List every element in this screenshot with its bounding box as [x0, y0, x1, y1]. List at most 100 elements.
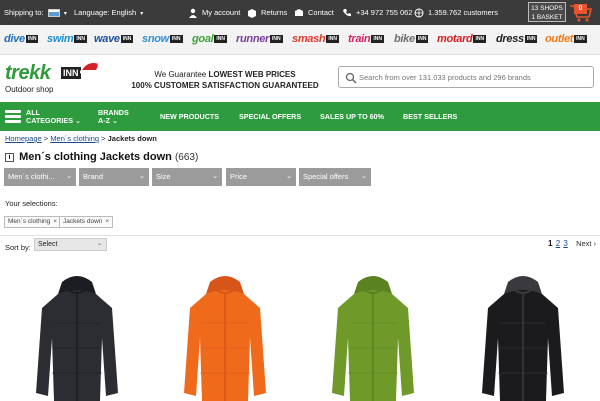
brand-name: goal [192, 33, 214, 45]
filter-price[interactable]: Price ⌄ [226, 168, 296, 186]
sort-label: Sort by: [5, 243, 31, 252]
cart-count-badge: 0 [574, 4, 587, 14]
my-account-label: My account [202, 8, 241, 17]
selection-chip-jackets-down[interactable]: Jackets down × [59, 216, 114, 228]
filter-price-label: Price [230, 172, 248, 181]
next-page-link[interactable]: Next › [576, 239, 596, 248]
breadcrumb-mens-clothing[interactable]: Men´s clothing [50, 134, 99, 143]
filter-brand[interactable]: Brand ⌄ [79, 168, 149, 186]
nav-brands[interactable]: BRANDS A-Z ⌄ [98, 102, 129, 131]
page-3[interactable]: 3 [563, 239, 567, 248]
brand-link-dive[interactable]: dive INN [4, 33, 39, 45]
filter-size[interactable]: Size ⌄ [152, 168, 222, 186]
product-card[interactable] [478, 268, 568, 401]
brand-suffix: INN [326, 35, 339, 44]
brand-link-goal[interactable]: goal INN [192, 33, 228, 45]
next-label: Next [576, 239, 592, 248]
chevron-down-icon: ⌄ [212, 173, 218, 180]
brand-name: runner [236, 33, 270, 45]
filter-special-offers[interactable]: Special offers ⌄ [299, 168, 371, 186]
brand-name: outlet [545, 33, 574, 45]
brand-suffix: INN [524, 35, 538, 44]
pagination: 1 2 3 Next › [548, 239, 596, 248]
breadcrumb: Homepage > Men´s clothing > Jackets down [5, 134, 157, 143]
brand-suffix: INN [371, 35, 384, 44]
shipping-selector[interactable]: Shipping to: ▾ [4, 0, 67, 25]
shipping-label: Shipping to: [4, 8, 44, 17]
brand-name: wave [94, 33, 120, 45]
selection-chip-mens-clothing[interactable]: Men´s clothing × [4, 216, 62, 228]
brand-suffix: INN [120, 35, 134, 44]
search-input[interactable] [359, 70, 589, 85]
divider [0, 235, 600, 236]
brand-suffix: INN [270, 35, 283, 44]
chevron-down-icon: ⌄ [361, 173, 367, 180]
guarantee-lowest-prices: LOWEST WEB PRICES [208, 70, 296, 79]
shops-basket-box[interactable]: 13 SHOPS 1 BASKET [528, 2, 566, 22]
brand-link-runner[interactable]: runner INN [236, 33, 283, 45]
menu-icon[interactable] [5, 110, 21, 123]
close-icon[interactable]: × [53, 218, 57, 225]
sort-value: Select [38, 241, 58, 248]
phone-link[interactable]: +34 972 755 062 [342, 0, 413, 25]
page-2[interactable]: 2 [556, 239, 560, 248]
filter-category[interactable]: Men´s clothi... ⌄ [4, 168, 76, 186]
nav-special-offers[interactable]: SPECIAL OFFERS [239, 102, 301, 131]
phone-icon [343, 9, 351, 17]
brand-suffix: INN [169, 35, 183, 44]
brand-suffix: INN [214, 35, 228, 44]
nav-all-categories[interactable]: ALL CATEGORIES ⌄ [26, 102, 81, 131]
nav-sales[interactable]: SALES UP TO 60% [320, 102, 384, 131]
info-icon[interactable]: i [5, 152, 14, 162]
product-card[interactable] [328, 268, 418, 401]
brand-link-motard[interactable]: motard INN [437, 33, 487, 45]
product-image [332, 276, 414, 401]
product-card[interactable] [32, 268, 122, 401]
cart-button[interactable]: 0 [568, 2, 594, 22]
search-box[interactable] [338, 66, 594, 88]
filter-special-offers-label: Special offers [303, 172, 349, 181]
basket-count: 1 BASKET [531, 14, 563, 21]
my-account-link[interactable]: My account [188, 0, 240, 25]
brand-name: motard [437, 33, 473, 45]
chevron-down-icon: ⌄ [286, 173, 292, 180]
brand-link-outlet[interactable]: outlet INN [545, 33, 587, 45]
brand-name: train [348, 33, 371, 45]
brand-link-snow[interactable]: snow INN [142, 33, 183, 45]
brand-name: swim [47, 33, 74, 45]
guarantee-text: We Guarantee LOWEST WEB PRICES 100% CUST… [130, 69, 320, 91]
filter-category-label: Men´s clothi... [8, 172, 55, 181]
brand-name: bike [394, 33, 415, 45]
contact-link[interactable]: Contact [294, 0, 334, 25]
nav-new-products[interactable]: NEW PRODUCTS [160, 102, 219, 131]
page-title: i Men´s clothing Jackets down (663) [5, 151, 198, 163]
logo-inn: INN [61, 67, 81, 79]
breadcrumb-home[interactable]: Homepage [5, 134, 42, 143]
filter-size-label: Size [156, 172, 171, 181]
brand-link-smash[interactable]: smash INN [292, 33, 339, 45]
brand-link-bike[interactable]: bike INN [394, 33, 429, 45]
top-bar: Shipping to: ▾ Language: English ▾ My ac… [0, 0, 600, 25]
site-logo[interactable]: trekk INN Outdoor shop [5, 60, 105, 96]
phone-number: +34 972 755 062 [356, 8, 413, 17]
nav-best-sellers[interactable]: BEST SELLERS [403, 102, 457, 131]
close-icon[interactable]: × [105, 218, 109, 225]
breadcrumb-separator: > [101, 134, 106, 143]
chevron-down-icon: ▾ [63, 11, 67, 17]
chevron-down-icon: ⌄ [111, 116, 119, 125]
box-icon [248, 9, 256, 19]
brand-suffix: INN [574, 35, 587, 44]
logo-text: trekk [5, 62, 51, 84]
product-card[interactable] [180, 268, 270, 401]
brand-link-train[interactable]: train INN [348, 33, 384, 45]
brand-suffix: INN [415, 35, 429, 44]
brand-link-wave[interactable]: wave INN [94, 33, 134, 45]
returns-link[interactable]: Returns [247, 0, 287, 25]
sort-select[interactable]: Select ⌄ [34, 238, 107, 251]
language-selector[interactable]: Language: English ▾ [74, 0, 143, 25]
brand-link-dress[interactable]: dress INN [496, 33, 538, 45]
language-label: Language: English [74, 8, 137, 17]
brand-link-swim[interactable]: swim INN [47, 33, 87, 45]
brand-name: smash [292, 33, 326, 45]
page-1[interactable]: 1 [548, 239, 552, 248]
